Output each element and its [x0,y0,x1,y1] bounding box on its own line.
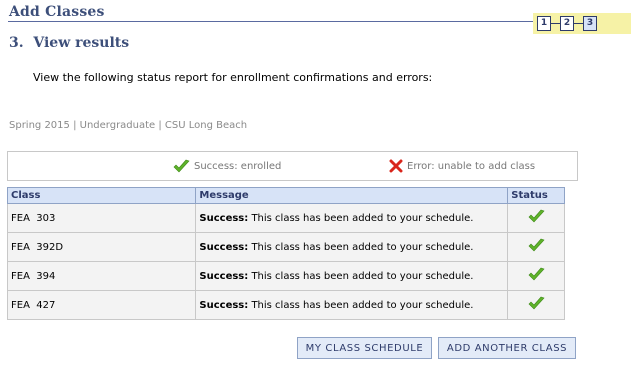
green-check-icon [528,267,545,281]
message-text: This class has been added to your schedu… [248,241,474,253]
results-table: Class Message Status FEA 303 Success: Th… [6,187,565,320]
status-cell [507,232,565,262]
green-check-icon [173,159,190,173]
table-row: FEA 394 Success: This class has been add… [6,261,565,291]
message-bold: Success: [199,299,249,311]
table-row: FEA 303 Success: This class has been add… [6,203,565,233]
green-check-icon [528,238,545,252]
message-cell: Success: This class has been added to yo… [195,261,509,291]
step-2: 2 [560,16,574,31]
message-cell: Success: This class has been added to yo… [195,203,509,233]
status-cell [507,261,565,291]
legend-error: Error: unable to add class [389,159,535,173]
step-connector [574,23,583,24]
message-cell: Success: This class has been added to yo… [195,232,509,262]
legend-error-label: Error: unable to add class [407,160,536,172]
red-x-icon [389,159,403,173]
column-header-message: Message [195,187,509,204]
status-legend: Success: enrolled Error: unable to add c… [7,151,578,181]
term-info: Spring 2015 | Undergraduate | CSU Long B… [9,120,248,131]
instructions-text: View the following status report for enr… [33,71,433,84]
column-header-class: Class [6,187,197,204]
step-subtitle: 3. View results [9,35,130,51]
page-title: Add Classes [9,4,105,20]
message-text: This class has been added to your schedu… [248,270,474,282]
step-3-current: 3 [583,16,597,31]
message-bold: Success: [199,270,249,282]
green-check-icon [528,209,545,223]
green-check-icon [528,296,545,310]
step-connector [551,23,560,24]
class-cell: FEA 303 [6,203,197,233]
class-cell: FEA 394 [6,261,197,291]
status-cell [507,290,565,320]
status-cell [507,203,565,233]
message-text: This class has been added to your schedu… [248,299,474,311]
step-1: 1 [537,16,551,31]
step-indicator: 1 2 3 [533,13,631,34]
message-cell: Success: This class has been added to yo… [195,290,509,320]
message-bold: Success: [199,241,249,253]
table-header-row: Class Message Status [6,187,565,204]
my-class-schedule-button[interactable]: My Class Schedule [297,337,432,359]
class-cell: FEA 392D [6,232,197,262]
legend-success: Success: enrolled [173,159,281,174]
add-another-class-button[interactable]: Add Another Class [438,337,576,359]
column-header-status: Status [507,187,565,204]
legend-success-label: Success: enrolled [194,161,282,172]
message-text: This class has been added to your schedu… [248,212,474,224]
class-cell: FEA 427 [6,290,197,320]
message-bold: Success: [199,212,249,224]
table-row: FEA 427 Success: This class has been add… [6,290,565,320]
table-row: FEA 392D Success: This class has been ad… [6,232,565,262]
title-divider [8,21,536,22]
